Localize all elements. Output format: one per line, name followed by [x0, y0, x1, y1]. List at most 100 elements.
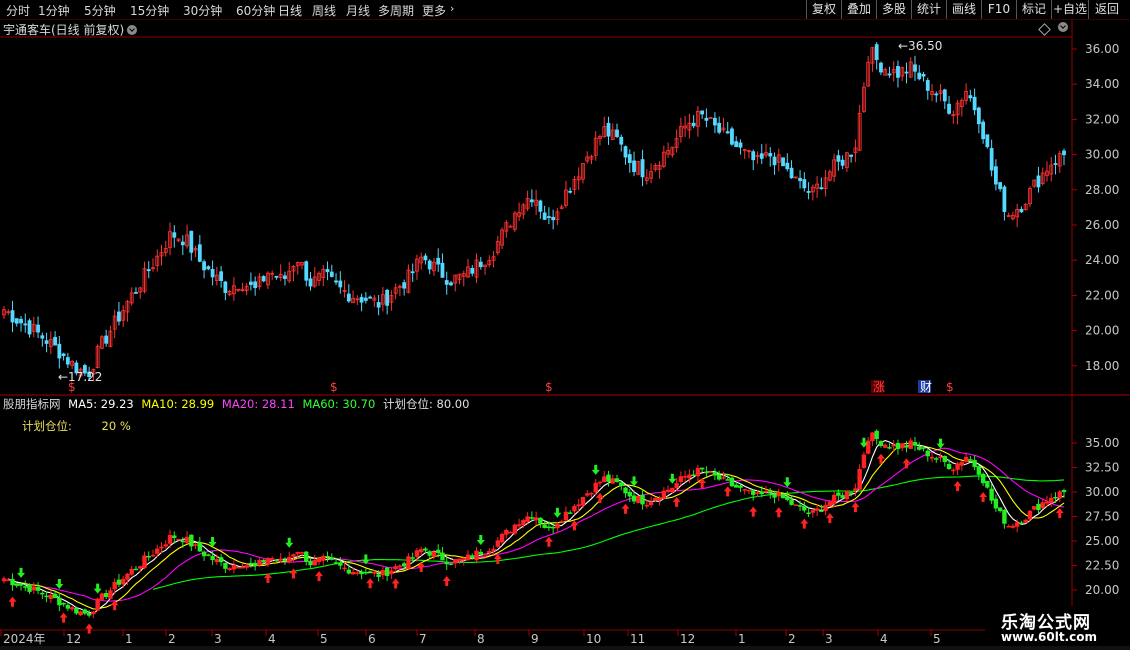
indicator-candle-body	[946, 463, 952, 470]
price-candle-body	[704, 117, 709, 121]
indicator-candle-body	[57, 597, 62, 606]
buy-signal-arrow	[8, 596, 17, 607]
indicator-candle-body	[665, 489, 671, 492]
indicator-candle-body	[678, 476, 684, 483]
indicator-candle-body	[18, 583, 24, 586]
indicator-candle-body	[814, 508, 820, 511]
plan-position-value: 20 %	[101, 419, 131, 433]
indicator-candle-body	[359, 571, 364, 575]
price-candles	[2, 42, 1066, 382]
indicator-candle-body	[512, 524, 518, 534]
indicator-candle-body	[10, 578, 15, 586]
indicator-candle-body	[163, 544, 168, 547]
indicator-candle-body	[31, 586, 36, 591]
indicator-candle-body	[461, 558, 466, 560]
price-candle-body	[117, 311, 121, 322]
indicator-candle-body	[86, 613, 92, 616]
buy-signal-arrow	[749, 506, 758, 517]
indicator-candle-body	[993, 498, 999, 509]
price-candle-body	[1002, 186, 1007, 212]
price-candle-body	[359, 296, 364, 303]
price-candle-body	[329, 271, 334, 277]
indicator-candle-body	[576, 504, 581, 507]
indicator-candle-body	[738, 485, 743, 488]
price-tick-label: 32.00	[1085, 112, 1119, 126]
time-tick-label: 2	[788, 632, 796, 646]
indicator-candle-body	[908, 440, 913, 449]
price-candle-body	[478, 261, 483, 268]
price-candle-body	[836, 155, 841, 162]
indicator-candle-body	[470, 555, 475, 559]
price-candle-body	[921, 73, 926, 77]
indicator-candle-body	[848, 492, 854, 494]
indicator-candle-body	[389, 570, 394, 575]
indicator-candle-body	[516, 524, 522, 527]
indicator-candle-body	[670, 487, 675, 493]
indicator-candle-body	[325, 555, 330, 558]
indicator-candle-body	[917, 446, 922, 450]
indicator-candle-body	[725, 479, 730, 481]
indicator-candle-body	[976, 466, 982, 475]
indicator-candle-body	[393, 566, 398, 570]
time-tick-label: 6	[368, 632, 376, 646]
indicator-candle-body	[112, 581, 117, 590]
price-candle-body	[427, 260, 432, 270]
price-candle-body	[849, 154, 854, 157]
plan-position: 计划仓位: 20 %	[22, 418, 131, 434]
sell-signal-arrow	[591, 464, 600, 475]
indicator-candle-body	[269, 558, 275, 560]
price-candle-body	[368, 296, 373, 299]
indicator-candle-body	[768, 491, 773, 493]
indicator-candle-body	[580, 496, 586, 506]
indicator-candle-body	[299, 552, 305, 554]
buy-signal-arrow	[979, 491, 988, 502]
indicator-candle-body	[367, 571, 373, 573]
price-candle-body	[879, 62, 883, 73]
indicator-candle-body	[772, 493, 777, 498]
price-candle-body	[904, 71, 909, 74]
price-candle-body	[444, 280, 449, 285]
price-candle-body	[546, 216, 551, 218]
indicator-candle-body	[610, 478, 615, 484]
indicator-candle-body	[563, 511, 569, 521]
sell-signal-arrow	[17, 567, 26, 578]
indicator-candle-body	[589, 492, 594, 495]
price-candle-body	[972, 96, 977, 111]
indicator-candle-body	[653, 498, 658, 501]
indicator-candle-body	[704, 471, 709, 474]
indicator-candle-body	[721, 477, 726, 479]
indicator-candle-body	[248, 562, 254, 565]
buy-signal-arrow	[391, 578, 400, 589]
buy-signal-arrow	[493, 554, 502, 565]
time-tick-label: 11	[630, 632, 645, 646]
sell-signal-arrow	[936, 438, 945, 449]
indicator-candle-body	[1036, 503, 1041, 511]
buy-signal-arrow	[698, 478, 707, 489]
indicator-candle-body	[695, 467, 701, 477]
indicator-candle-body	[108, 590, 113, 599]
price-candle-body	[36, 324, 40, 333]
indicator-candle-body	[734, 484, 739, 488]
indicator-candle-body	[870, 432, 875, 442]
indicator-candle-body	[1019, 522, 1024, 524]
indicator-candle-body	[1014, 522, 1020, 527]
price-candle-body	[27, 320, 32, 335]
indicator-candle-body	[197, 542, 203, 552]
buy-signal-arrow	[902, 458, 911, 469]
indicator-candle-body	[1049, 497, 1054, 503]
indicator-candle-body	[431, 551, 437, 557]
indicator-candle-body	[312, 560, 317, 566]
sell-signal-arrow	[476, 534, 485, 545]
signal-arrows	[8, 437, 1064, 634]
indicator-candle-body	[819, 510, 824, 512]
price-candle-body	[691, 122, 696, 127]
indicator-candle-body	[606, 474, 611, 482]
indicator-candle-body	[74, 608, 79, 614]
indicator-candle-body	[23, 586, 28, 588]
indicator-candle-body	[699, 467, 705, 470]
indicator-candle-body	[193, 544, 198, 546]
indicator-candle-body	[125, 573, 130, 580]
indicator-candle-body	[120, 578, 126, 585]
price-candle-body	[568, 190, 573, 193]
price-candle-body	[806, 191, 811, 193]
